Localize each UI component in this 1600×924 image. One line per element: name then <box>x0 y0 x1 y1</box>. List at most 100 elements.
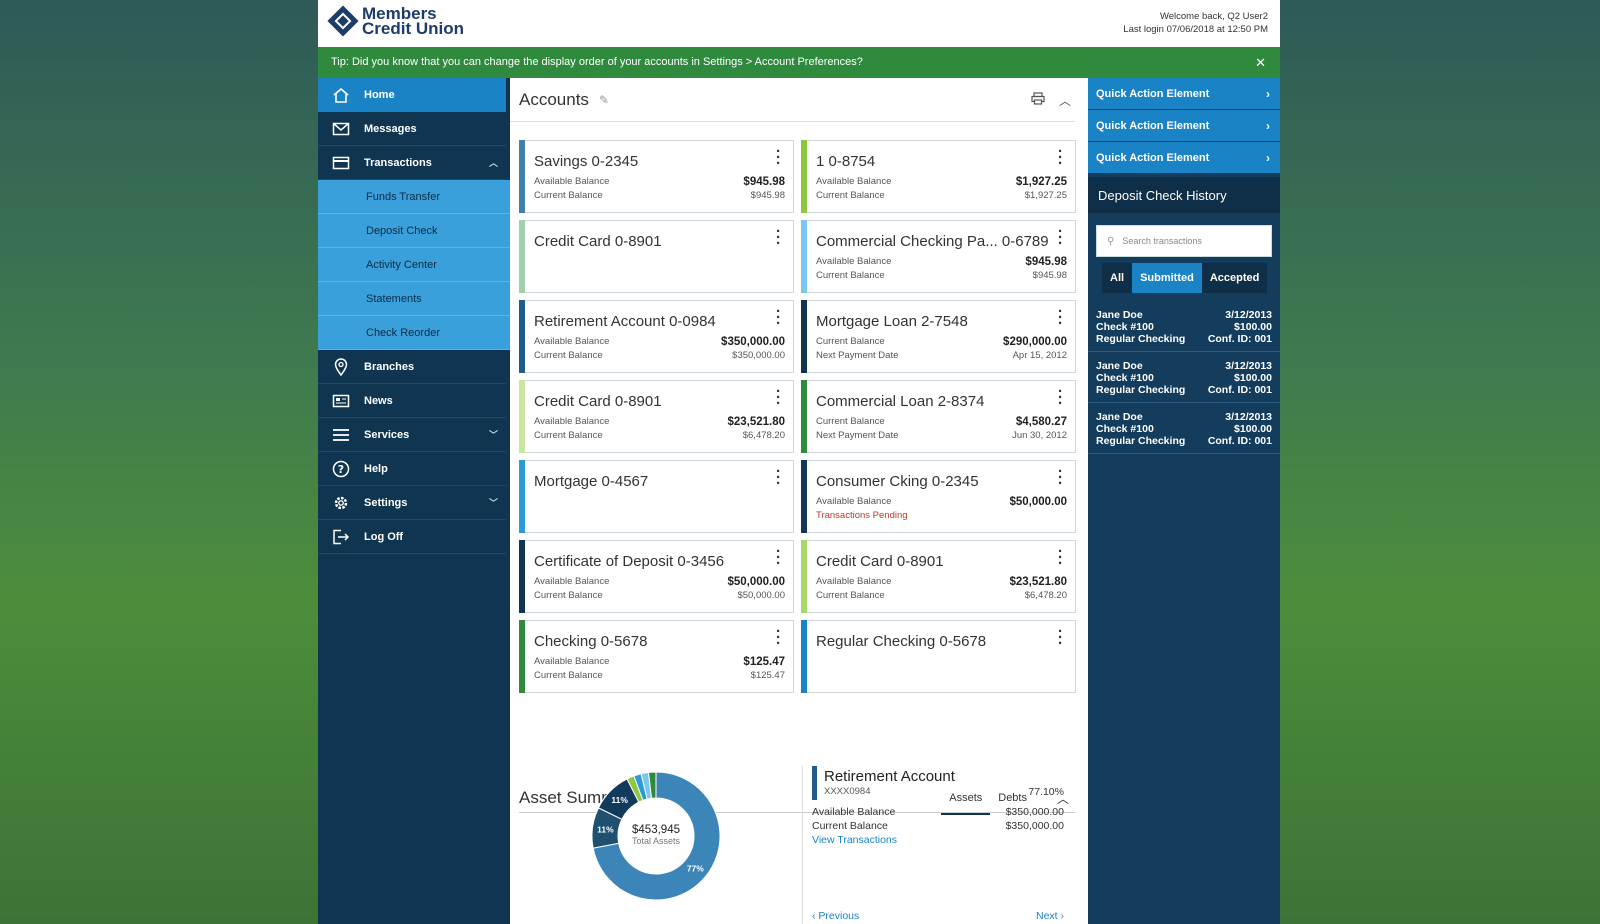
balance-row-2: Current Balance $6,478.20 <box>534 430 785 441</box>
more-options-icon[interactable]: · · · <box>776 304 781 331</box>
subnav-statements[interactable]: Statements <box>318 282 510 316</box>
account-card[interactable]: Certificate of Deposit 0-3456 · · · Availabl… <box>519 540 794 613</box>
account-name: Commercial Loan 2-8374 <box>816 393 985 410</box>
last-login-text: Last login 07/06/2018 at 12:50 PM <box>1123 24 1268 35</box>
nav-messages[interactable]: Messages <box>318 112 506 146</box>
quick-action-label: Quick Action Element <box>1096 151 1210 164</box>
view-transactions-link[interactable]: View Transactions <box>812 834 897 846</box>
tx-amount: $100.00 <box>1234 423 1272 435</box>
account-card[interactable]: Consumer Cking 0-2345 · · · Available Balanc… <box>801 460 1076 533</box>
quick-action-1[interactable]: Quick Action Element › <box>1088 78 1280 109</box>
filter-all[interactable]: All <box>1102 263 1133 293</box>
balance-value-2: $6,478.20 <box>742 430 785 441</box>
account-name: Mortgage 0-4567 <box>534 473 649 490</box>
nav-transactions[interactable]: Transactions ︿ <box>318 146 506 180</box>
print-icon[interactable] <box>1031 92 1045 109</box>
balance-row-2: Current Balance $125.47 <box>534 670 785 681</box>
chevron-right-icon: › <box>1266 150 1270 165</box>
account-card[interactable]: Credit Card 0-8901 · · · Available Balance $2… <box>519 380 794 453</box>
more-options-icon[interactable]: · · · <box>776 384 781 411</box>
welcome-text: Welcome back, Q2 User2 <box>1159 11 1268 22</box>
balance-value-1: $945.98 <box>1025 256 1067 268</box>
tip-banner: Tip: Did you know that you can change th… <box>318 47 1280 78</box>
chart-total: $453,945 <box>632 824 680 836</box>
more-options-icon[interactable]: · · · <box>1058 224 1063 251</box>
more-options-icon[interactable]: · · · <box>1058 384 1063 411</box>
nav-settings-label: Settings <box>364 496 408 509</box>
background-left <box>0 0 318 924</box>
logout-icon <box>318 529 364 545</box>
balance-row-1: Current Balance $290,000.00 <box>816 336 1067 348</box>
search-input[interactable]: ⚲ Search transactions <box>1096 225 1272 257</box>
right-panel: Quick Action Element › Quick Action Elem… <box>1088 78 1280 924</box>
subnav-activity-center[interactable]: Activity Center <box>318 248 510 282</box>
more-options-icon[interactable]: · · · <box>776 144 781 171</box>
pencil-icon[interactable]: ✎ <box>599 93 609 107</box>
nav-news[interactable]: News <box>318 384 506 418</box>
detail-available-label: Available Balance <box>812 806 896 818</box>
subnav-check-reorder[interactable]: Check Reorder <box>318 316 510 350</box>
account-card[interactable]: Mortgage 0-4567 · · · <box>519 460 794 533</box>
account-card[interactable]: Commercial Checking Pa... 0-6789 · · · Avail… <box>801 220 1076 293</box>
chevron-up-icon: ︿ <box>488 158 498 168</box>
filter-accepted[interactable]: Accepted <box>1201 263 1268 293</box>
chart-total-label: Total Assets <box>631 836 681 846</box>
background-right <box>1280 0 1600 924</box>
more-options-icon[interactable]: · · · <box>1058 464 1063 491</box>
account-card[interactable]: Mortgage Loan 2-7548 · · · Current Balance $2… <box>801 300 1076 373</box>
card-icon <box>318 156 364 170</box>
account-card[interactable]: Checking 0-5678 · · · Available Balance $125.… <box>519 620 794 693</box>
account-cards: Savings 0-2345 · · · Available Balance $945.9… <box>519 140 1076 693</box>
subnav-funds-transfer[interactable]: Funds Transfer <box>318 180 510 214</box>
quick-action-2[interactable]: Quick Action Element › <box>1088 110 1280 141</box>
logo-mark-icon <box>327 5 359 37</box>
quick-action-3[interactable]: Quick Action Element › <box>1088 142 1280 173</box>
account-card[interactable]: Credit Card 0-8901 · · · <box>519 220 794 293</box>
close-icon[interactable]: ✕ <box>1255 47 1266 78</box>
transaction-item[interactable]: Jane Doe Check #100 Regular Checking 3/12/2… <box>1088 301 1280 352</box>
more-options-icon[interactable]: · · · <box>776 464 781 491</box>
balance-label-1: Available Balance <box>534 576 610 587</box>
balance-row-1: Available Balance $23,521.80 <box>816 576 1067 588</box>
balance-label-2: Current Balance <box>534 430 603 441</box>
nav-home[interactable]: Home <box>318 78 506 112</box>
detail-current-value: $350,000.00 <box>1005 820 1064 832</box>
tx-amount: $100.00 <box>1234 372 1272 384</box>
transaction-item[interactable]: Jane Doe Check #100 Regular Checking 3/12/2… <box>1088 403 1280 454</box>
nav-logoff[interactable]: Log Off <box>318 520 506 554</box>
balance-value-2: Apr 15, 2012 <box>1012 350 1067 361</box>
more-options-icon[interactable]: · · · <box>1058 144 1063 171</box>
logo[interactable]: Members Credit Union <box>327 5 464 37</box>
chevron-up-icon[interactable]: ︿ <box>1059 92 1071 109</box>
balance-label-1: Available Balance <box>534 656 610 667</box>
nav-help[interactable]: ? Help <box>318 452 506 486</box>
nav-settings[interactable]: Settings ﹀ <box>318 486 506 520</box>
previous-button[interactable]: ‹ Previous <box>812 910 859 922</box>
account-card[interactable]: Commercial Loan 2-8374 · · · Current Balance… <box>801 380 1076 453</box>
nav-services[interactable]: Services ﹀ <box>318 418 506 452</box>
more-options-icon[interactable]: · · · <box>776 544 781 571</box>
filter-submitted[interactable]: Submitted <box>1132 263 1202 293</box>
more-options-icon[interactable]: · · · <box>776 224 781 251</box>
balance-row-1: Available Balance $125.47 <box>534 656 785 668</box>
more-options-icon[interactable]: · · · <box>776 624 781 651</box>
account-card[interactable]: Regular Checking 0-5678 · · · <box>801 620 1076 693</box>
account-card[interactable]: Savings 0-2345 · · · Available Balance $945.9… <box>519 140 794 213</box>
subnav-deposit-check[interactable]: Deposit Check <box>318 214 510 248</box>
nav-transactions-label: Transactions <box>364 156 432 169</box>
account-card[interactable]: Credit Card 0-8901 · · · Available Balance $2… <box>801 540 1076 613</box>
next-button[interactable]: Next › <box>1036 910 1064 922</box>
nav-branches[interactable]: Branches <box>318 350 506 384</box>
tx-check: Check #100 <box>1096 321 1154 333</box>
balance-value-1: $50,000.00 <box>1009 496 1067 508</box>
balance-value-2: $6,478.20 <box>1024 590 1067 601</box>
account-card[interactable]: Retirement Account 0-0984 · · · Available Ba… <box>519 300 794 373</box>
more-options-icon[interactable]: · · · <box>1058 624 1063 651</box>
more-options-icon[interactable]: · · · <box>1058 304 1063 331</box>
balance-value-2: $125.47 <box>750 670 785 681</box>
balance-row-2: Current Balance $50,000.00 <box>534 590 785 601</box>
accounts-header: Accounts ✎ ︿ <box>510 78 1075 122</box>
more-options-icon[interactable]: · · · <box>1058 544 1063 571</box>
transaction-item[interactable]: Jane Doe Check #100 Regular Checking 3/12/2… <box>1088 352 1280 403</box>
account-card[interactable]: 1 0-8754 · · · Available Balance $1,927.25 Cur… <box>801 140 1076 213</box>
